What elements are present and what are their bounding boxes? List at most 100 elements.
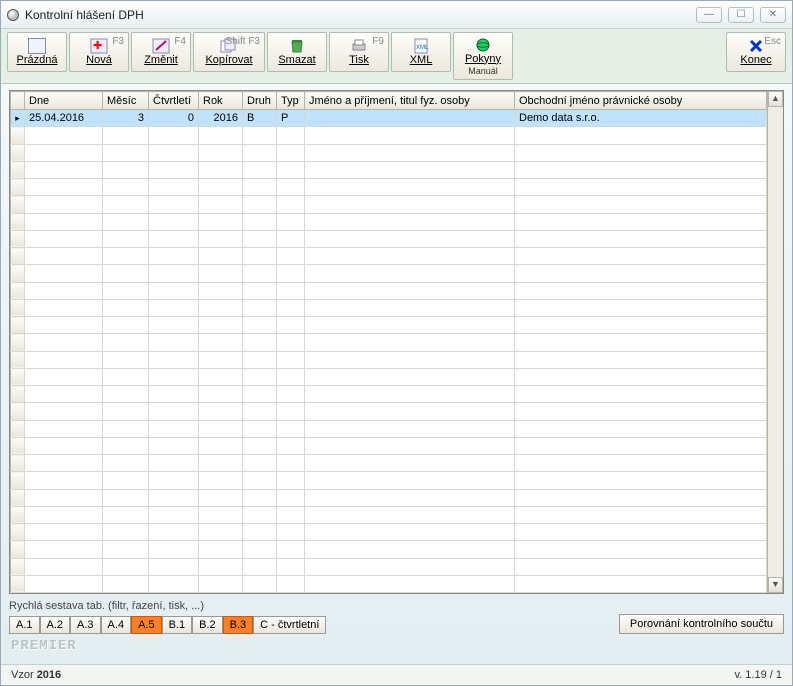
cell-ctvrtleti[interactable] bbox=[149, 489, 199, 506]
cell-ctvrtleti[interactable]: 0 bbox=[149, 110, 199, 127]
table-row[interactable] bbox=[11, 575, 767, 592]
cell-druh[interactable] bbox=[243, 299, 277, 316]
cell-obchodni[interactable] bbox=[515, 334, 767, 351]
cell-typ[interactable] bbox=[277, 351, 305, 368]
cell-mesic[interactable] bbox=[103, 196, 149, 213]
cell-dne[interactable] bbox=[25, 506, 103, 523]
col-dne[interactable]: Dne bbox=[25, 92, 103, 110]
cell-druh[interactable] bbox=[243, 127, 277, 144]
scroll-up-button[interactable]: ▲ bbox=[768, 91, 783, 107]
cell-obchodni[interactable] bbox=[515, 213, 767, 230]
cell-druh[interactable] bbox=[243, 524, 277, 541]
col-druh[interactable]: Druh bbox=[243, 92, 277, 110]
cell-ctvrtleti[interactable] bbox=[149, 282, 199, 299]
cell-druh[interactable]: B bbox=[243, 110, 277, 127]
col-obchodni[interactable]: Obchodní jméno právnické osoby bbox=[515, 92, 767, 110]
cell-typ[interactable] bbox=[277, 489, 305, 506]
cell-druh[interactable] bbox=[243, 317, 277, 334]
table-row[interactable] bbox=[11, 179, 767, 196]
cell-rok[interactable] bbox=[199, 420, 243, 437]
cell-obchodni[interactable] bbox=[515, 196, 767, 213]
cell-dne[interactable] bbox=[25, 265, 103, 282]
cell-rok[interactable] bbox=[199, 317, 243, 334]
cell-druh[interactable] bbox=[243, 386, 277, 403]
cell-ctvrtleti[interactable] bbox=[149, 299, 199, 316]
cell-jmeno[interactable] bbox=[305, 386, 515, 403]
col-ctvrtleti[interactable]: Čtvrtletí bbox=[149, 92, 199, 110]
cell-jmeno[interactable] bbox=[305, 317, 515, 334]
cell-mesic[interactable] bbox=[103, 127, 149, 144]
cell-jmeno[interactable] bbox=[305, 472, 515, 489]
data-grid[interactable]: Dne Měsíc Čtvrtletí Rok Druh Typ Jméno a… bbox=[10, 91, 767, 593]
delete-button[interactable]: Smazat bbox=[267, 32, 327, 72]
copy-button[interactable]: Shift F3 Kopírovat bbox=[193, 32, 265, 72]
quick-tab-b-1[interactable]: B.1 bbox=[162, 616, 193, 634]
cell-mesic[interactable] bbox=[103, 575, 149, 592]
cell-rok[interactable] bbox=[199, 196, 243, 213]
cell-obchodni[interactable] bbox=[515, 265, 767, 282]
cell-jmeno[interactable] bbox=[305, 403, 515, 420]
cell-jmeno[interactable] bbox=[305, 575, 515, 592]
cell-dne[interactable] bbox=[25, 299, 103, 316]
cell-druh[interactable] bbox=[243, 472, 277, 489]
table-row[interactable] bbox=[11, 541, 767, 558]
cell-rok[interactable] bbox=[199, 179, 243, 196]
cell-rok[interactable] bbox=[199, 558, 243, 575]
cell-mesic[interactable] bbox=[103, 558, 149, 575]
table-row[interactable] bbox=[11, 317, 767, 334]
cell-ctvrtleti[interactable] bbox=[149, 196, 199, 213]
table-row[interactable] bbox=[11, 144, 767, 161]
cell-obchodni[interactable] bbox=[515, 230, 767, 247]
cell-ctvrtleti[interactable] bbox=[149, 265, 199, 282]
cell-dne[interactable]: 25.04.2016 bbox=[25, 110, 103, 127]
cell-rok[interactable] bbox=[199, 161, 243, 178]
cell-ctvrtleti[interactable] bbox=[149, 472, 199, 489]
cell-druh[interactable] bbox=[243, 179, 277, 196]
cell-typ[interactable] bbox=[277, 127, 305, 144]
cell-ctvrtleti[interactable] bbox=[149, 317, 199, 334]
cell-obchodni[interactable] bbox=[515, 386, 767, 403]
cell-mesic[interactable] bbox=[103, 472, 149, 489]
cell-rok[interactable] bbox=[199, 213, 243, 230]
cell-typ[interactable] bbox=[277, 368, 305, 385]
cell-typ[interactable] bbox=[277, 213, 305, 230]
quick-tab-b-3[interactable]: B.3 bbox=[223, 616, 254, 634]
table-row[interactable] bbox=[11, 265, 767, 282]
cell-typ[interactable] bbox=[277, 437, 305, 454]
cell-ctvrtleti[interactable] bbox=[149, 455, 199, 472]
table-row[interactable] bbox=[11, 403, 767, 420]
cell-typ[interactable] bbox=[277, 144, 305, 161]
cell-mesic[interactable] bbox=[103, 213, 149, 230]
xml-button[interactable]: XML XML bbox=[391, 32, 451, 72]
cell-jmeno[interactable] bbox=[305, 541, 515, 558]
blank-button[interactable]: Prázdná bbox=[7, 32, 67, 72]
cell-mesic[interactable] bbox=[103, 403, 149, 420]
col-typ[interactable]: Typ bbox=[277, 92, 305, 110]
cell-mesic[interactable] bbox=[103, 299, 149, 316]
cell-jmeno[interactable] bbox=[305, 437, 515, 454]
cell-ctvrtleti[interactable] bbox=[149, 575, 199, 592]
cell-druh[interactable] bbox=[243, 420, 277, 437]
cell-jmeno[interactable] bbox=[305, 161, 515, 178]
table-row[interactable] bbox=[11, 196, 767, 213]
cell-dne[interactable] bbox=[25, 455, 103, 472]
cell-typ[interactable] bbox=[277, 558, 305, 575]
cell-ctvrtleti[interactable] bbox=[149, 161, 199, 178]
cell-mesic[interactable] bbox=[103, 317, 149, 334]
cell-obchodni[interactable] bbox=[515, 144, 767, 161]
cell-rok[interactable] bbox=[199, 230, 243, 247]
new-button[interactable]: F3 ✚ Nová bbox=[69, 32, 129, 72]
cell-dne[interactable] bbox=[25, 144, 103, 161]
table-row[interactable] bbox=[11, 248, 767, 265]
cell-typ[interactable] bbox=[277, 230, 305, 247]
cell-typ[interactable] bbox=[277, 524, 305, 541]
cell-typ[interactable] bbox=[277, 334, 305, 351]
vertical-scrollbar[interactable]: ▲ ▼ bbox=[767, 91, 783, 593]
cell-obchodni[interactable] bbox=[515, 368, 767, 385]
cell-druh[interactable] bbox=[243, 196, 277, 213]
cell-mesic[interactable] bbox=[103, 420, 149, 437]
cell-druh[interactable] bbox=[243, 575, 277, 592]
cell-rok[interactable]: 2016 bbox=[199, 110, 243, 127]
cell-ctvrtleti[interactable] bbox=[149, 144, 199, 161]
table-row[interactable] bbox=[11, 506, 767, 523]
